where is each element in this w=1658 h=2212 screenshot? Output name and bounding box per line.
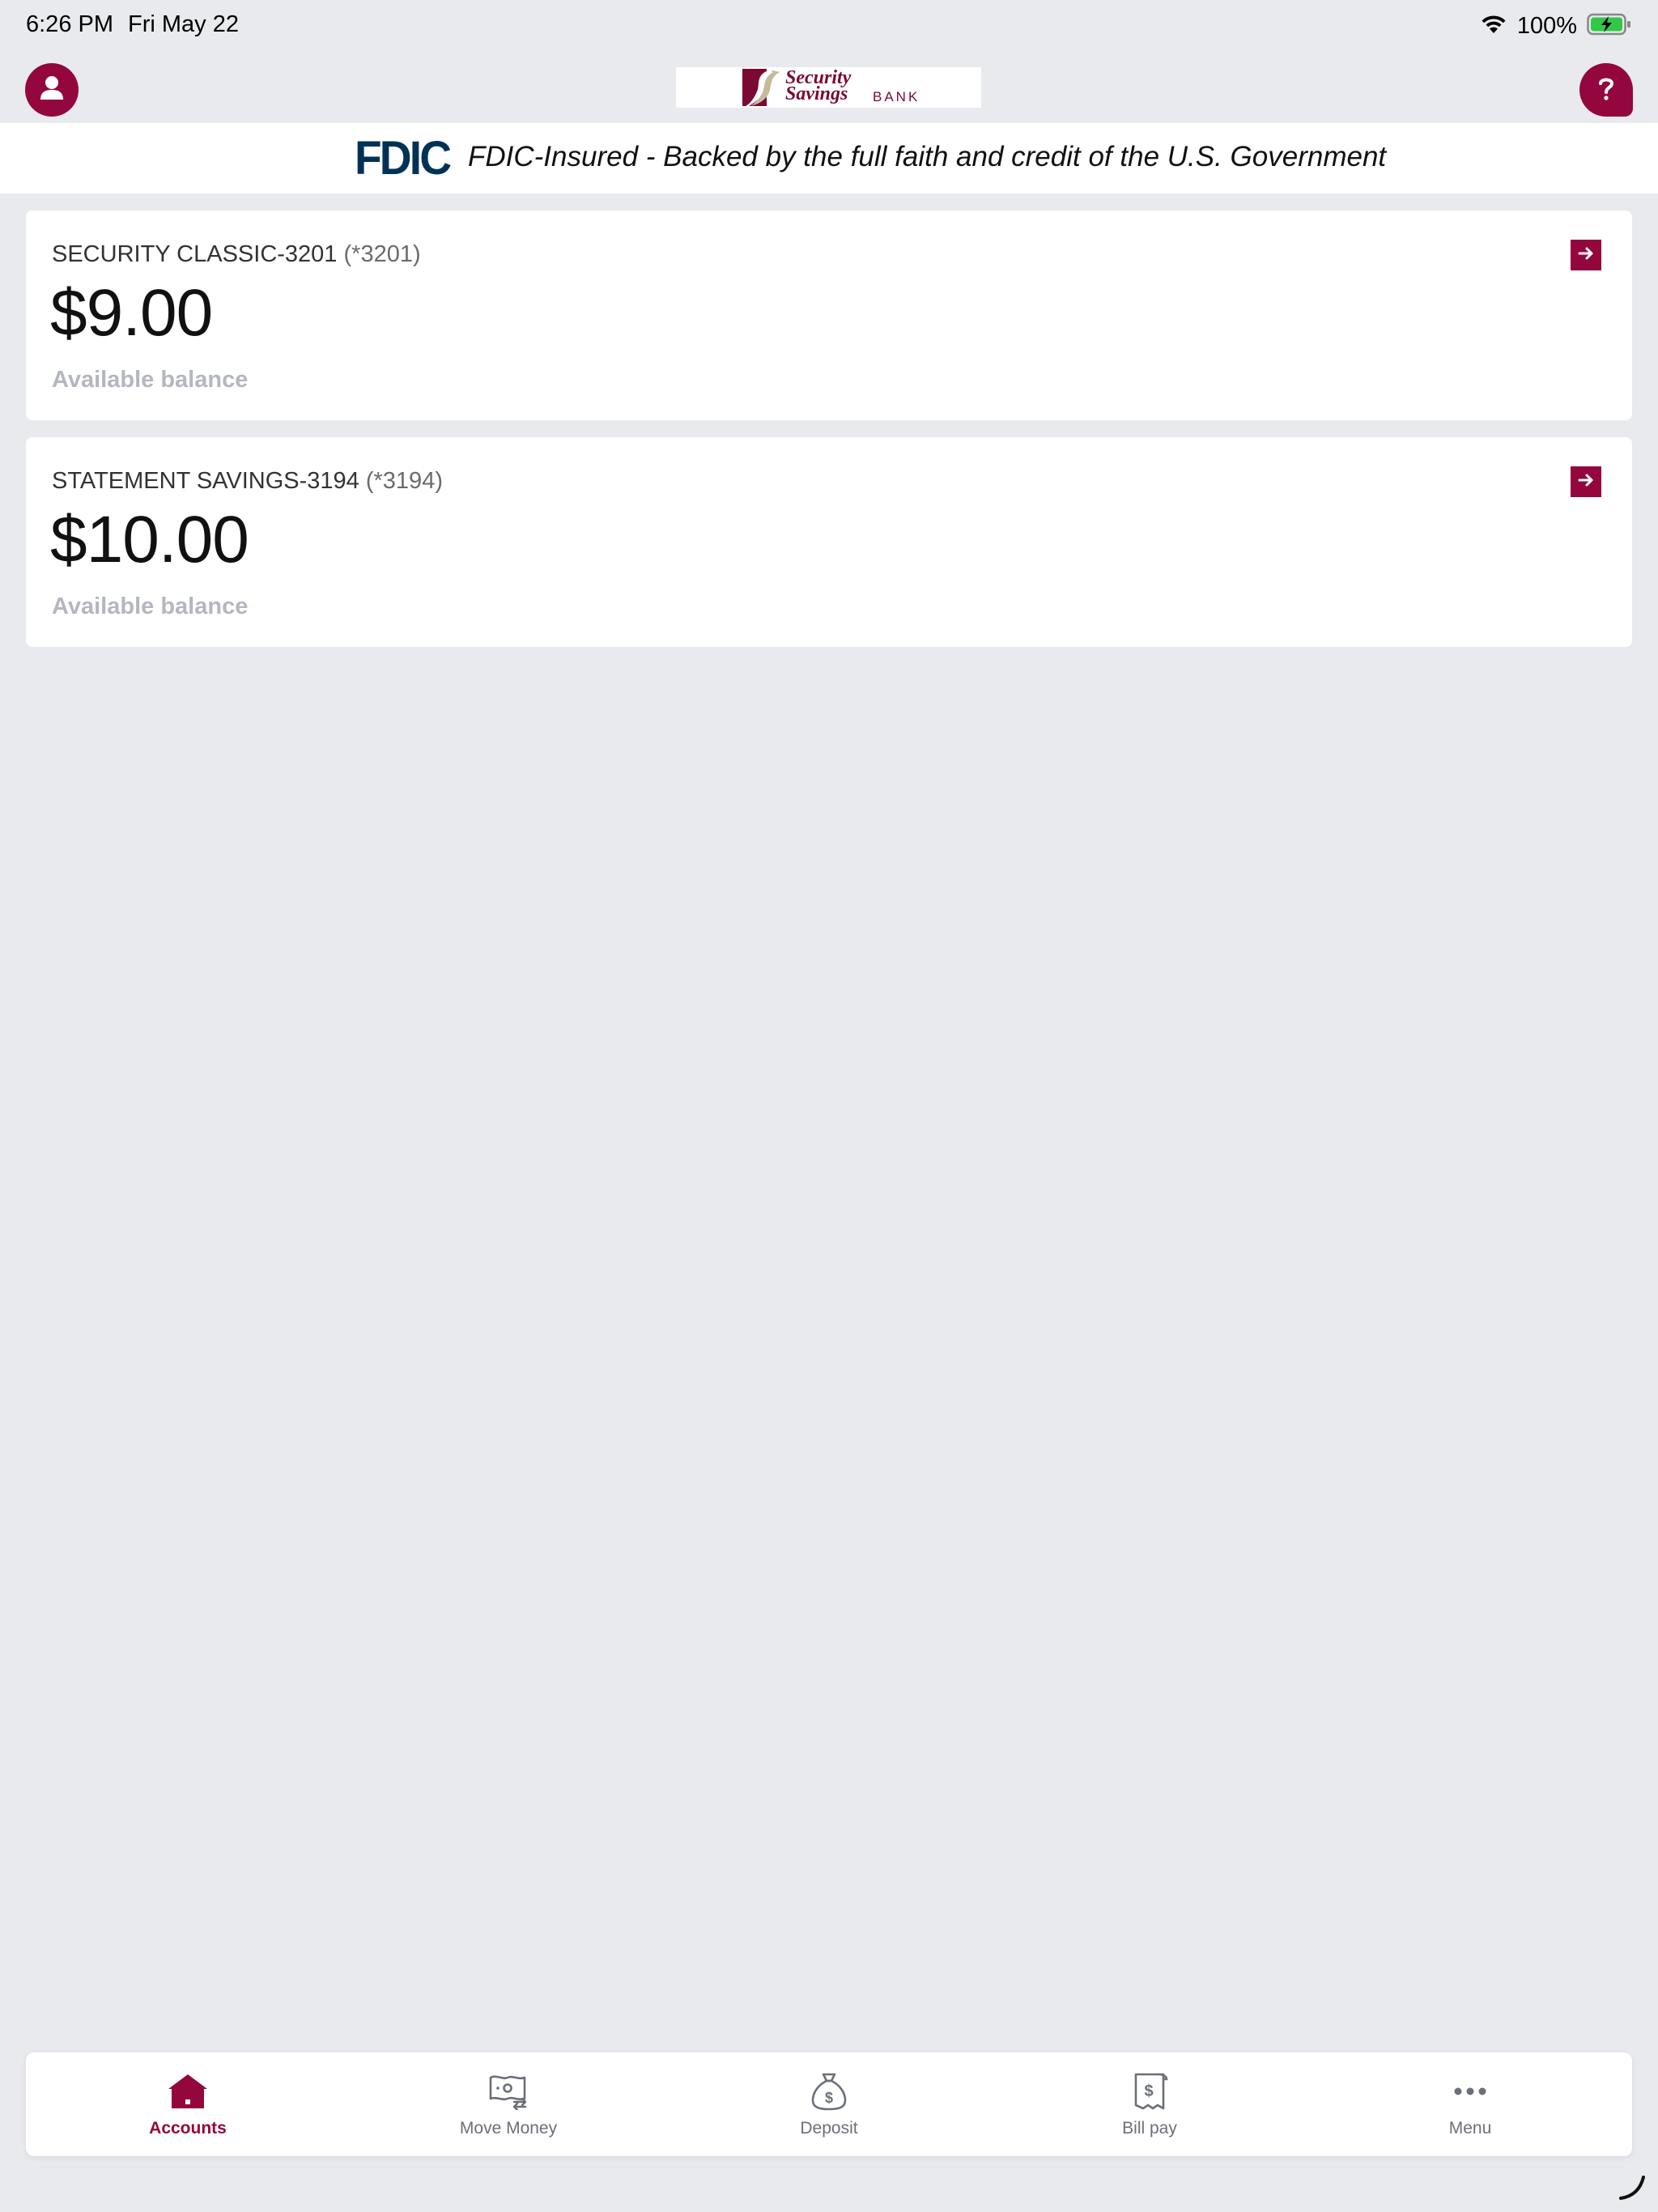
nav-accounts[interactable]: Accounts <box>83 2052 293 2156</box>
account-open-button[interactable] <box>1571 466 1601 497</box>
account-open-button[interactable] <box>1571 240 1601 270</box>
status-bar: 6:26 PM Fri May 22 100% <box>0 0 1658 52</box>
status-indicators: 100% <box>1480 10 1632 42</box>
help-button[interactable] <box>1579 63 1633 117</box>
battery-percent: 100% <box>1516 12 1577 39</box>
nav-label: Move Money <box>459 2119 558 2138</box>
account-card[interactable]: STATEMENT SAVINGS-3194 (*3194) $10.00 Av… <box>26 437 1632 647</box>
arrow-right-icon <box>1577 471 1595 493</box>
account-title: SECURITY CLASSIC-3201 <box>52 241 338 267</box>
svg-text:$: $ <box>1144 2082 1153 2100</box>
status-time: 6:26 PM <box>26 11 113 37</box>
app-header: Security Savings BANK <box>0 52 1658 123</box>
question-icon <box>1590 72 1622 108</box>
account-name: SECURITY CLASSIC-3201 (*3201) <box>52 241 421 268</box>
fdic-banner: FDIC FDIC-Insured - Backed by the full f… <box>0 123 1658 194</box>
account-mask: (*3201) <box>343 241 421 267</box>
nav-move-money[interactable]: Move Money <box>403 2052 614 2156</box>
nav-label: Menu <box>1448 2119 1492 2138</box>
nav-label: Bill pay <box>1122 2119 1177 2138</box>
account-name: STATEMENT SAVINGS-3194 (*3194) <box>52 468 443 495</box>
person-icon <box>36 72 68 108</box>
corner-indicator-icon <box>1616 2171 1648 2207</box>
money-bag-icon: $ <box>810 2069 848 2114</box>
bank-logo: Security Savings BANK <box>676 67 981 108</box>
fdic-text: FDIC-Insured - Backed by the full faith … <box>468 141 1387 172</box>
nav-bill-pay[interactable]: $ Bill pay <box>1044 2052 1255 2156</box>
balance-label: Available balance <box>52 593 249 619</box>
arrow-right-icon <box>1577 245 1595 266</box>
receipt-icon: $ <box>1131 2069 1168 2114</box>
account-balance: $9.00 <box>50 276 213 350</box>
profile-button[interactable] <box>25 63 79 117</box>
account-title: STATEMENT SAVINGS-3194 <box>52 468 359 494</box>
status-date: Fri May 22 <box>128 11 239 37</box>
svg-text:$: $ <box>825 2090 833 2106</box>
nav-deposit[interactable]: $ Deposit <box>724 2052 934 2156</box>
fdic-logo: FDIC <box>355 132 452 185</box>
home-icon <box>167 2069 209 2114</box>
logo-text-bank: BANK <box>873 89 920 104</box>
nav-menu[interactable]: Menu <box>1365 2052 1575 2156</box>
more-dots-icon <box>1452 2069 1489 2114</box>
bottom-nav: Accounts Move Money $ Deposit $ Bill pay… <box>26 2052 1632 2156</box>
money-transfer-icon <box>488 2069 529 2114</box>
account-card[interactable]: SECURITY CLASSIC-3201 (*3201) $9.00 Avai… <box>26 211 1632 420</box>
nav-label: Accounts <box>149 2119 227 2138</box>
account-mask: (*3194) <box>365 468 443 494</box>
account-balance: $10.00 <box>50 503 249 576</box>
battery-charging-icon <box>1587 13 1632 40</box>
balance-label: Available balance <box>52 367 249 393</box>
nav-label: Deposit <box>800 2119 858 2138</box>
logo-text-savings: Savings <box>785 83 848 104</box>
wifi-icon <box>1480 14 1507 39</box>
logo-mark-icon <box>742 69 780 106</box>
